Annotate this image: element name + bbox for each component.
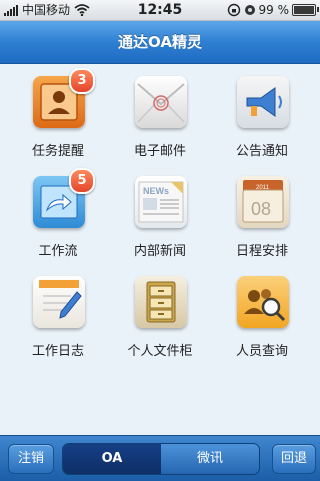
news-icon-text: NEWs xyxy=(143,186,169,196)
back-button[interactable]: 回退 xyxy=(272,444,316,474)
grid-item-people-search[interactable]: 人员查询 xyxy=(212,264,312,359)
grid-item-label: 日程安排 xyxy=(235,244,288,259)
segmented-control: OA 微讯 xyxy=(62,443,260,475)
grid-item-announcement[interactable]: 公告通知 xyxy=(212,64,312,159)
grid-item-work-log[interactable]: 工作日志 xyxy=(8,264,108,359)
status-bar: 中国移动 12:45 99 % xyxy=(0,0,320,21)
grid-item-task-reminder[interactable]: 3 任务提醒 xyxy=(8,64,108,159)
calendar-icon: 2011 08 xyxy=(237,176,289,228)
grid-item-label: 内部新闻 xyxy=(133,244,186,259)
status-right: 99 % xyxy=(227,0,319,20)
grid-item-email[interactable]: 电子邮件 xyxy=(110,64,210,159)
grid-item-label: 任务提醒 xyxy=(31,144,84,159)
battery-icon xyxy=(292,4,319,16)
nav-bar: 通达OA精灵 xyxy=(0,21,320,64)
battery-percent: 99 % xyxy=(258,3,290,17)
calendar-icon-year: 2011 xyxy=(256,185,270,191)
calendar-icon-day: 08 xyxy=(251,199,271,219)
grid-item-calendar[interactable]: 2011 08 日程安排 xyxy=(212,164,312,259)
task-reminder-badge: 3 xyxy=(69,68,95,94)
logout-button[interactable]: 注销 xyxy=(8,444,54,474)
grid-item-label: 工作流 xyxy=(38,244,78,259)
people-search-icon xyxy=(237,276,289,328)
grid-item-label: 电子邮件 xyxy=(133,144,186,159)
news-icon: NEWs xyxy=(135,176,187,228)
grid-item-label: 工作日志 xyxy=(31,344,84,359)
workflow-icon: 5 xyxy=(33,168,95,228)
grid-item-label: 人员查询 xyxy=(235,344,288,359)
grid-item-news[interactable]: NEWs 内部新闻 xyxy=(110,164,210,259)
alarm-icon xyxy=(244,5,255,15)
workflow-badge: 5 xyxy=(69,168,95,194)
app-grid: 3 任务提醒 电子邮件 公告通知 5 工作流 NEWs 内部新闻 2011 08… xyxy=(0,64,320,434)
email-icon xyxy=(135,76,187,128)
grid-item-label: 公告通知 xyxy=(235,144,288,159)
work-log-icon xyxy=(33,276,85,328)
bottom-tab-bar: 注销 OA 微讯 回退 xyxy=(0,435,320,481)
page-title: 通达OA精灵 xyxy=(118,33,202,51)
rotation-lock-icon xyxy=(227,3,240,17)
file-cabinet-icon xyxy=(135,276,187,328)
tab-weixun[interactable]: 微讯 xyxy=(161,444,259,474)
announcement-icon xyxy=(237,76,289,128)
grid-item-workflow[interactable]: 5 工作流 xyxy=(8,164,108,259)
task-reminder-icon: 3 xyxy=(33,68,95,128)
tab-oa[interactable]: OA xyxy=(63,444,161,474)
grid-item-file-cabinet[interactable]: 个人文件柜 xyxy=(110,264,210,359)
grid-item-label: 个人文件柜 xyxy=(127,344,193,359)
